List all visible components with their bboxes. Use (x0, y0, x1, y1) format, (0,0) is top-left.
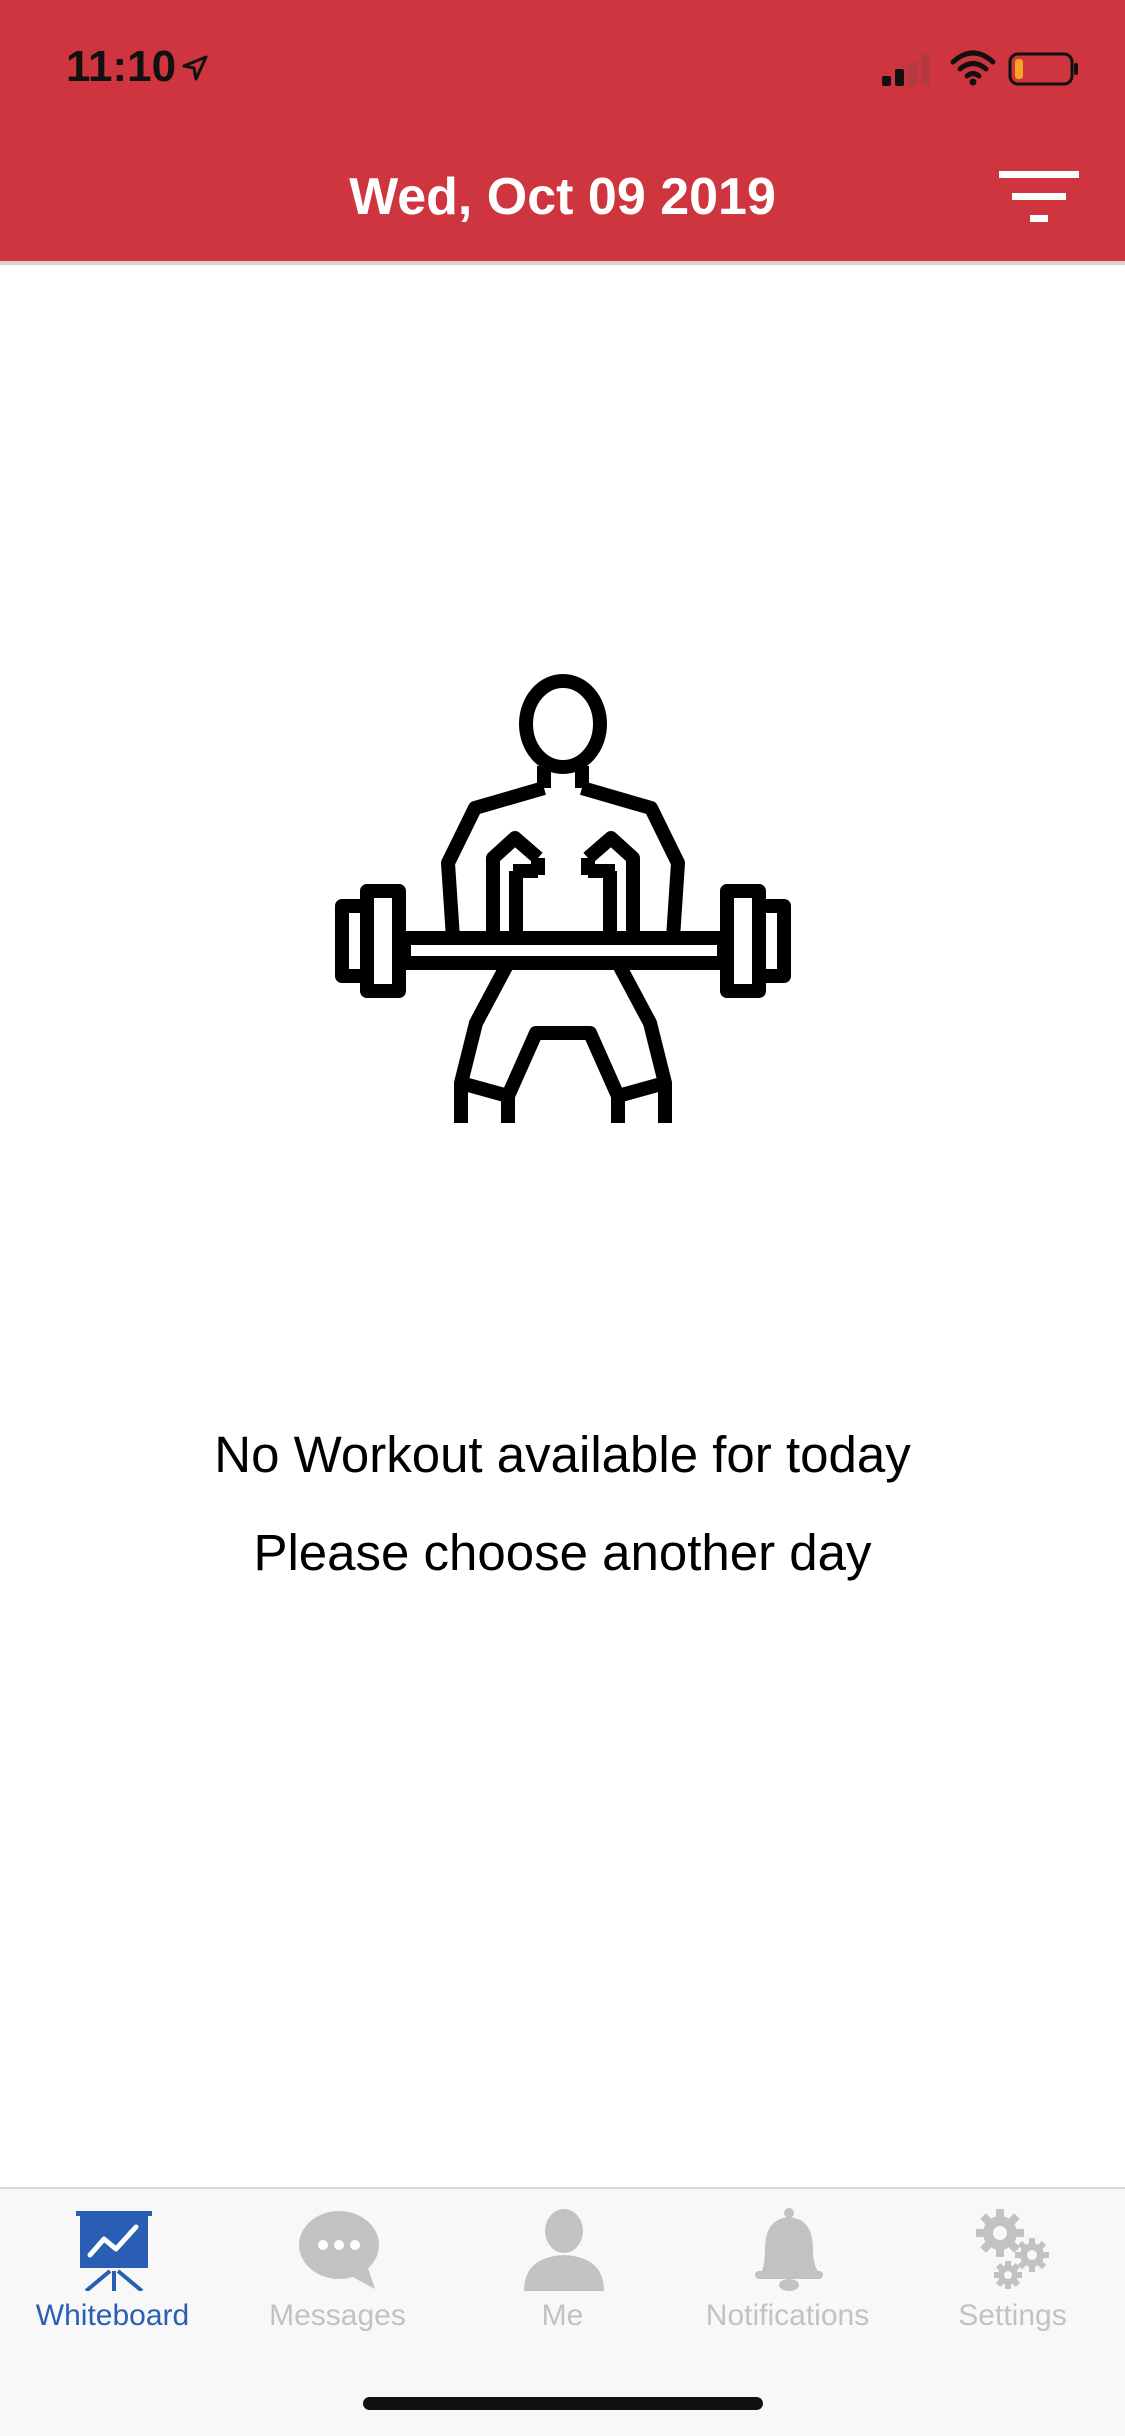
bell-icon (755, 2208, 823, 2291)
tab-settings[interactable]: Settings (900, 2189, 1125, 2389)
tab-messages-label: Messages (269, 2299, 406, 2332)
cellular-signal-icon (882, 54, 930, 86)
tab-whiteboard-label: Whiteboard (35, 2299, 190, 2332)
app-header: 11:10 Wed, Oct 09 2019 (0, 0, 1125, 265)
main-content (0, 265, 1125, 2187)
empty-state-message: No Workout available for today (214, 1426, 911, 1483)
tab-notifications-label: Notifications (705, 2299, 870, 2332)
chat-bubble-icon (299, 2211, 379, 2289)
person-icon (524, 2209, 604, 2291)
status-time: 11:10 (66, 42, 177, 91)
empty-state-hint: Please choose another day (253, 1524, 872, 1581)
tab-whiteboard[interactable]: Whiteboard (0, 2189, 225, 2389)
location-arrow-icon (182, 55, 208, 81)
tab-messages[interactable]: Messages (225, 2189, 450, 2389)
weightlifter-barbell-icon (335, 674, 791, 1123)
wifi-icon (950, 50, 996, 86)
tab-me[interactable]: Me (450, 2189, 675, 2389)
filter-icon (999, 171, 1079, 222)
tab-settings-label: Settings (958, 2299, 1067, 2332)
page-title: Wed, Oct 09 2019 (349, 168, 776, 226)
battery-low-icon (1008, 52, 1078, 86)
home-indicator[interactable] (363, 2397, 763, 2410)
tab-me-label: Me (541, 2299, 584, 2332)
gears-icon (976, 2209, 1049, 2289)
whiteboard-chart-icon (76, 2211, 152, 2291)
tab-notifications[interactable]: Notifications (675, 2189, 900, 2389)
filter-button[interactable] (994, 166, 1084, 228)
